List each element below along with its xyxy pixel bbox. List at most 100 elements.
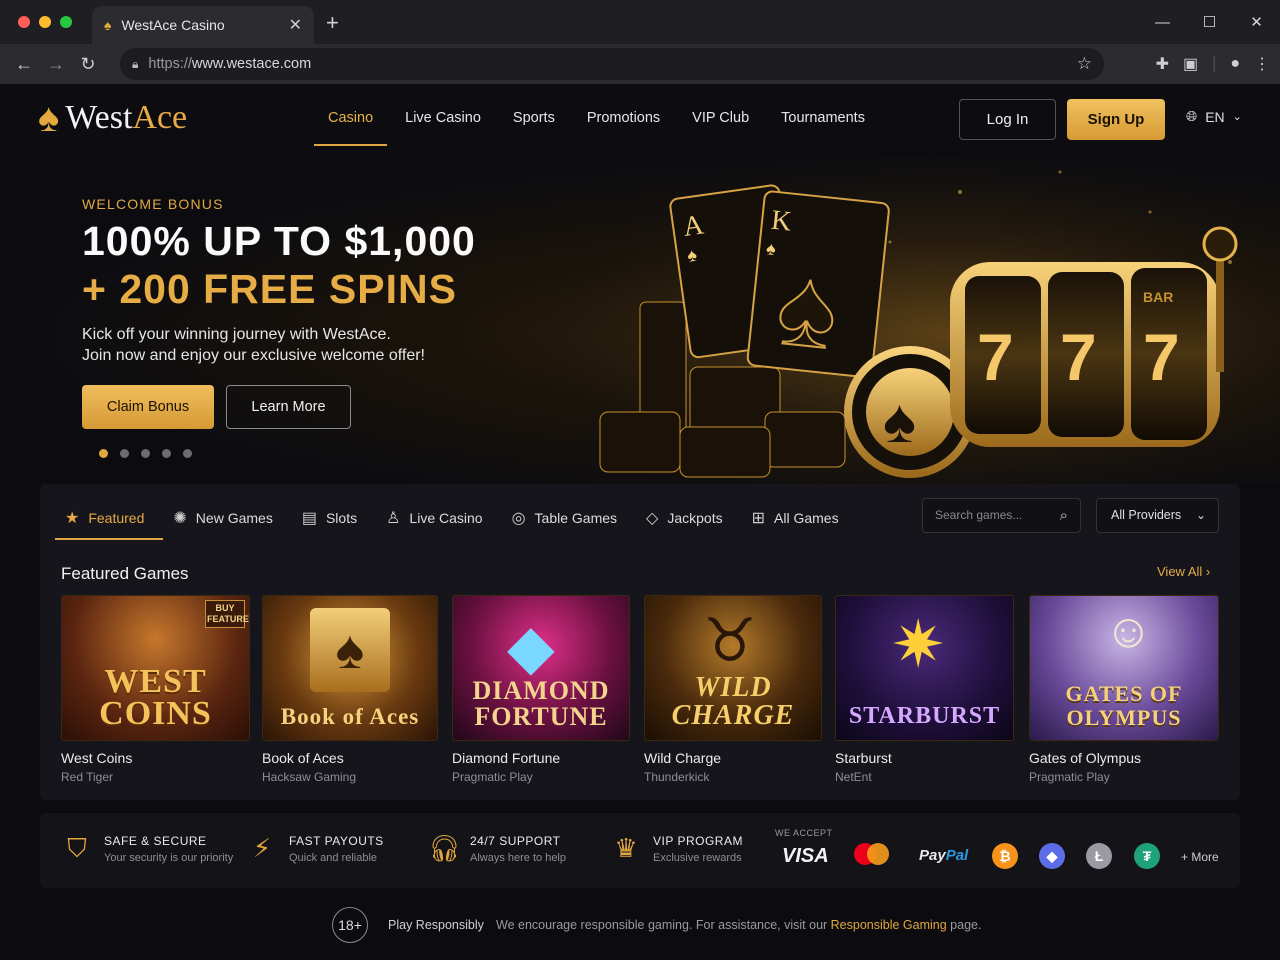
westace-logo[interactable]: ♠ WestAce [38,98,187,138]
minimize-window-button[interactable] [39,16,51,28]
carousel-dot[interactable] [99,449,108,458]
game-thumbnail[interactable]: BUY FEATURE WEST COINS [61,595,250,741]
tab-new-games[interactable]: ✺ New Games [163,498,291,538]
search-input[interactable]: Search games... ⌕ [922,498,1081,533]
carousel-dot[interactable] [183,449,192,458]
game-card[interactable]: ✷ STARBURST Starburst NetEnt [835,595,1014,784]
king-card-rank: K [770,205,793,238]
tab-all-games[interactable]: ⊞ All Games [742,498,858,538]
signup-button[interactable]: Sign Up [1067,99,1165,140]
tab-new-games-label: New Games [195,510,273,526]
reload-icon[interactable]: ↻ [72,54,104,75]
nav-tournaments[interactable]: Tournaments [765,84,881,152]
game-art-title: DIAMOND FORTUNE [472,676,610,731]
provider-select-value: All Providers [1111,508,1182,522]
search-placeholder: Search games... [935,508,1023,522]
game-provider: Pragmatic Play [452,770,533,784]
close-tab-icon[interactable]: ✕ [289,15,302,35]
tab-live-casino[interactable]: ♙ Live Casino [376,498,502,538]
responsible-gaming-link[interactable]: Responsible Gaming [831,918,947,932]
hero-subtext-line-2: Join now and enjoy our exclusive welcome… [82,347,425,364]
tab-live-casino-label: Live Casino [409,510,483,526]
feature-subtitle: Quick and reliable [289,851,378,864]
browser-tab[interactable]: ♠ WestAce Casino ✕ [92,6,314,44]
nav-vip-club[interactable]: VIP Club [676,84,765,152]
more-payments-link[interactable]: + More [1181,850,1219,864]
nav-casino[interactable]: Casino [312,84,389,152]
provider-select[interactable]: All Providers ⌄ [1096,498,1219,533]
trust-strip: ⛉ SAFE & SECURE Your security is our prio… [40,813,1240,888]
carousel-dot[interactable] [120,449,129,458]
game-thumbnail[interactable]: ♠ Book of Aces [262,595,438,741]
paypal-pal: Pal [945,847,969,864]
game-thumbnail[interactable]: ✷ STARBURST [835,595,1014,741]
spade-logo-icon: ♠ [38,96,60,140]
hero-subtext-line-1: Kick off your winning journey with WestA… [82,326,391,343]
tab-table-games[interactable]: ◎ Table Games [502,498,636,538]
game-name[interactable]: West Coins [61,750,250,766]
site-header: ♠ WestAce Casino Live Casino Sports Prom… [0,84,1280,152]
king-card: K ♠ ♠ [746,190,890,379]
tab-table-games-label: Table Games [534,510,618,526]
feature-vip-program: ♛ VIP PROGRAM Exclusive rewards [611,833,743,864]
url-host: www.westace.com [191,56,312,72]
game-name[interactable]: Starburst [835,750,1014,766]
url-scheme: https:// [148,56,192,72]
extension-icon[interactable]: ▣ [1183,54,1198,74]
site: ♠ WestAce Casino Live Casino Sports Prom… [0,84,1280,960]
learn-more-button[interactable]: Learn More [226,385,351,429]
reel-3-symbol: 7 [1143,320,1180,394]
zoom-window-button[interactable] [60,16,72,28]
game-provider: NetEnt [835,770,872,784]
maximize-icon[interactable]: ☐ [1186,13,1233,31]
hero-headline-line-2: + 200 FREE SPINS [82,266,457,312]
tab-featured[interactable]: ★ Featured [55,498,164,540]
carousel-dot[interactable] [162,449,171,458]
carousel-dot[interactable] [141,449,150,458]
chevron-right-icon: › [1205,564,1211,579]
tab-slots[interactable]: ▤ Slots [292,498,376,538]
bookmark-star-icon[interactable]: ☆ [1077,54,1092,74]
nav-sports[interactable]: Sports [497,84,571,152]
nav-promotions[interactable]: Promotions [571,84,676,152]
profile-icon[interactable]: ● [1230,55,1240,73]
user-icon: ♙ [386,510,401,527]
view-all-link[interactable]: View All › [1157,564,1210,579]
game-card[interactable]: ♠ Book of Aces Book of Aces Hacksaw Gami… [262,595,438,784]
url-field[interactable]: 🔒︎ https://www.westace.com ☆ [120,48,1104,80]
game-card[interactable]: BUY FEATURE WEST COINS West Coins Red Ti… [61,595,250,784]
game-card[interactable]: ◆ DIAMOND FORTUNE Diamond Fortune Pragma… [452,595,630,784]
game-art-title: WILD CHARGE [671,672,795,731]
claim-bonus-button[interactable]: Claim Bonus [82,385,214,429]
language-selector[interactable]: 🌐︎ EN ⌄ [1186,108,1242,125]
new-tab-button[interactable]: + [326,10,339,36]
chip-spade-icon: ♠ [883,387,916,456]
section-title: Featured Games [61,564,189,583]
close-window-button[interactable] [18,16,30,28]
minimize-icon[interactable]: — [1139,14,1186,31]
game-thumbnail[interactable]: ♉︎ WILD CHARGE [644,595,822,741]
close-icon[interactable]: ✕ [1233,13,1280,31]
login-button[interactable]: Log In [959,99,1056,140]
menu-kebab-icon[interactable]: ⋮ [1254,54,1270,74]
bitcoin-icon: ₿ [992,843,1018,869]
game-thumbnail[interactable]: ◆ DIAMOND FORTUNE [452,595,630,741]
tab-jackpots[interactable]: ◇ Jackpots [636,498,742,538]
responsible-gaming-body: We encourage responsible gaming. For ass… [496,918,831,932]
responsible-gaming-tail: page. [946,918,982,932]
game-name[interactable]: Book of Aces [262,750,438,766]
forward-icon[interactable]: → [40,54,72,75]
back-icon[interactable]: ← [8,54,40,75]
game-card[interactable]: ☺︎ GATES OF OLYMPUS Gates of Olympus Pra… [1029,595,1219,784]
game-name[interactable]: Wild Charge [644,750,822,766]
search-icon[interactable]: ⌕ [1060,499,1068,532]
tab-slots-label: Slots [325,510,358,526]
game-name[interactable]: Diamond Fortune [452,750,630,766]
window-controls [18,16,72,28]
game-card[interactable]: ♉︎ WILD CHARGE Wild Charge Thunderkick [644,595,822,784]
game-name[interactable]: Gates of Olympus [1029,750,1219,766]
game-thumbnail[interactable]: ☺︎ GATES OF OLYMPUS [1029,595,1219,741]
nav-live-casino[interactable]: Live Casino [389,84,497,152]
hero-banner: A ♠ K ♠ ♠ ♠ 7 7 7 BAR WELCOME BONUS 100%… [0,152,1280,484]
extensions-icon[interactable]: ✚ [1156,54,1169,74]
